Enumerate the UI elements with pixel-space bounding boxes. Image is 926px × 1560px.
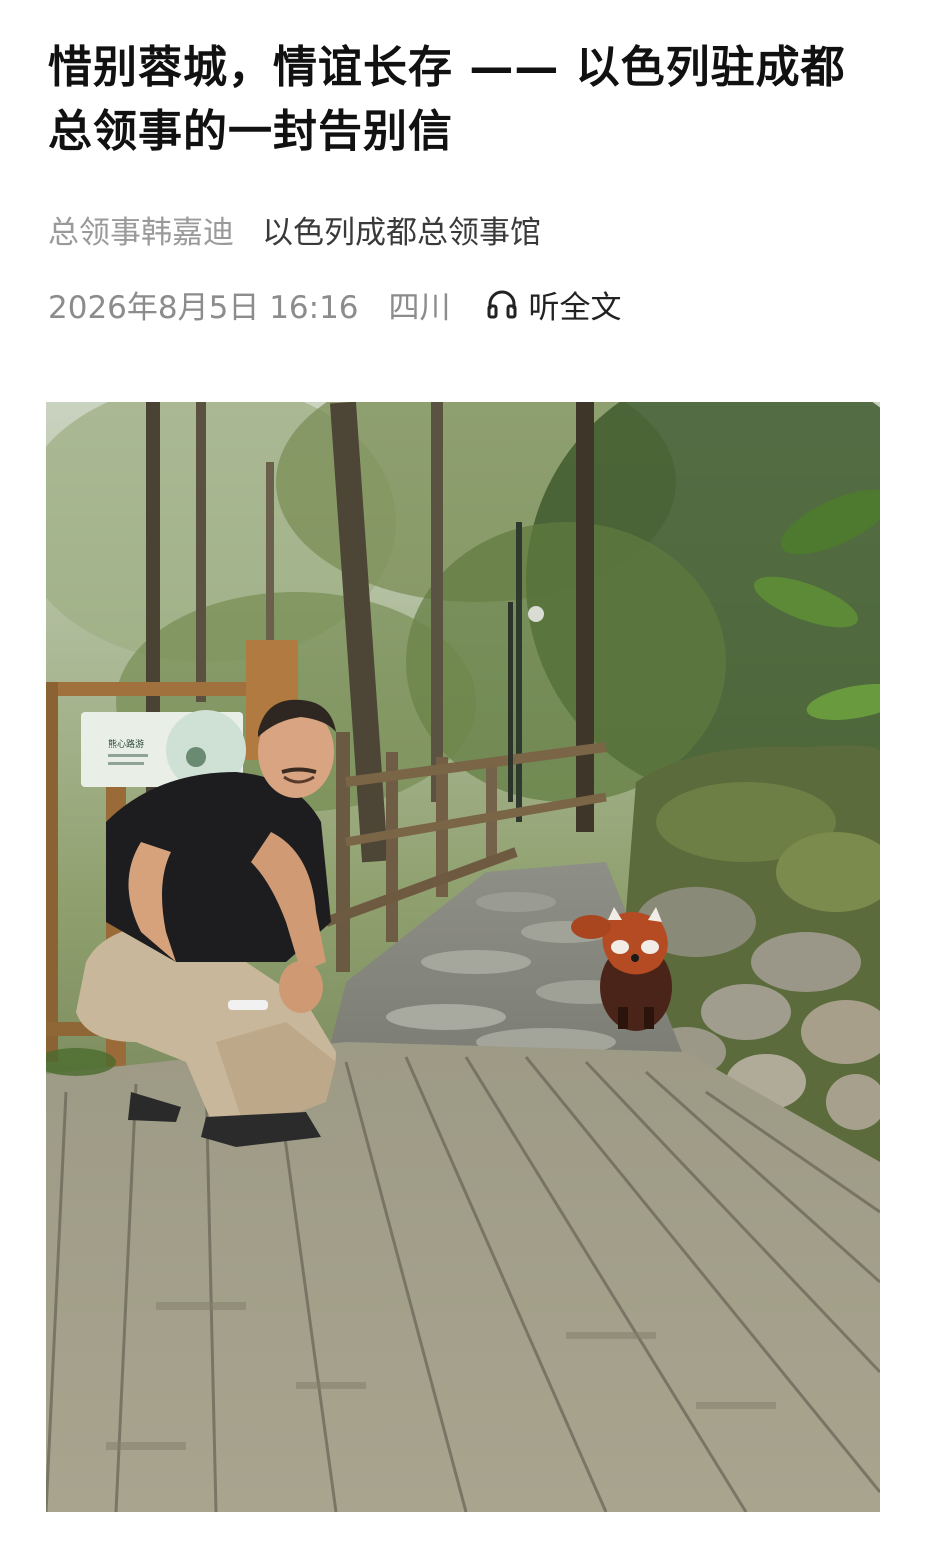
author-name[interactable]: 总领事韩嘉迪 [48,215,234,251]
article-title: 惜别蓉城，情谊长存 —— 以色列驻成都总领事的一封告别信 [48,42,846,157]
listen-button[interactable]: 听全文 [485,282,622,327]
headphones-icon [487,290,517,319]
listen-label: 听全文 [528,289,622,326]
author-row: 总领事韩嘉迪 以色列成都总领事馆 [48,210,541,256]
article-photo: 熊心路游 [46,402,880,1512]
sign-text: 熊心路游 [108,738,144,750]
organization-name[interactable]: 以色列成都总领事馆 [262,215,541,251]
publish-datetime: 2026年8月5日 16:16 [48,289,359,326]
meta-row: 2026年8月5日 16:16 四川 听全文 [48,282,622,326]
region-label: 四川 [388,289,451,326]
